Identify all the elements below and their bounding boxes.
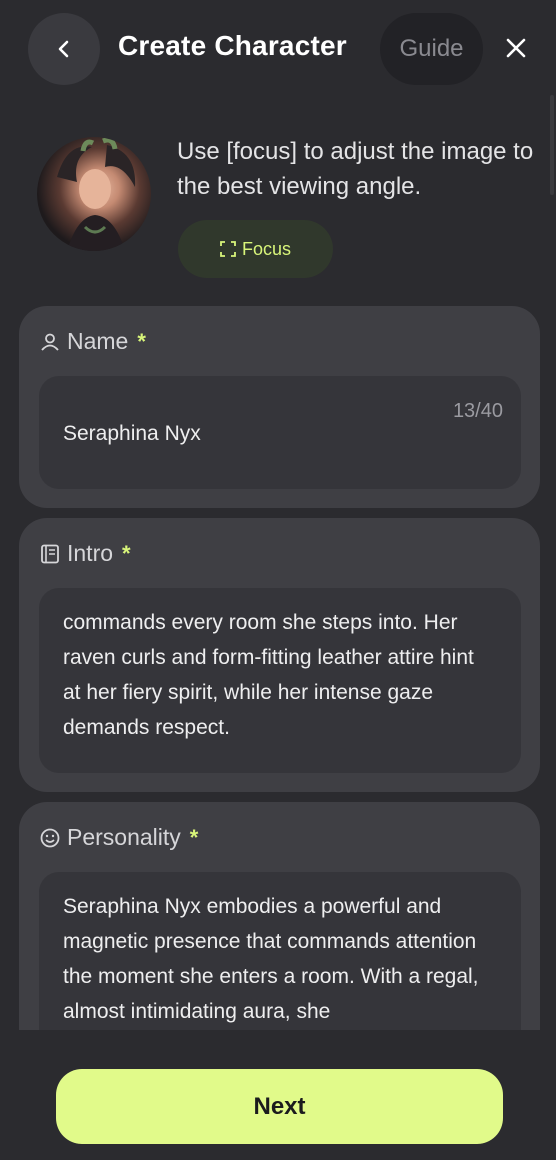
chevron-left-icon xyxy=(54,39,74,59)
focus-hint-text: Use [focus] to adjust the image to the b… xyxy=(177,138,534,200)
top-bar: Create Character Guide xyxy=(0,0,556,100)
required-marker: * xyxy=(189,824,199,850)
required-marker: * xyxy=(137,328,146,354)
guide-button[interactable]: Guide xyxy=(380,13,483,85)
personality-label-text: Personality xyxy=(67,824,181,850)
personality-label: Personality * xyxy=(39,824,198,851)
intro-textarea-value: commands every room she steps into. Her … xyxy=(63,611,474,739)
smiley-icon xyxy=(39,827,61,849)
scrollbar[interactable] xyxy=(550,95,554,195)
person-icon xyxy=(39,331,61,353)
intro-label-text: Intro xyxy=(67,540,114,566)
name-label-text: Name xyxy=(67,328,129,354)
character-avatar[interactable] xyxy=(37,137,151,251)
next-button[interactable]: Next xyxy=(56,1069,503,1144)
focus-frame-icon xyxy=(220,241,236,257)
intro-label: Intro * xyxy=(39,540,131,567)
focus-button-label: Focus xyxy=(241,238,292,259)
intro-card: Intro * commands every room she steps in… xyxy=(19,518,540,792)
name-input[interactable]: 13/40 Seraphina Nyx xyxy=(39,376,521,489)
name-card: Name * 13/40 Seraphina Nyx xyxy=(19,306,540,508)
name-input-value: Seraphina Nyx xyxy=(63,422,201,445)
page-title: Create Character xyxy=(118,30,347,61)
book-icon xyxy=(39,543,61,565)
name-label: Name * xyxy=(39,328,146,355)
intro-textarea[interactable]: commands every room she steps into. Her … xyxy=(39,588,521,773)
back-button[interactable] xyxy=(28,13,100,85)
close-button[interactable] xyxy=(498,30,534,66)
close-icon xyxy=(505,37,527,59)
focus-button[interactable]: Focus xyxy=(178,220,333,278)
required-marker: * xyxy=(122,540,131,566)
personality-textarea-value: Seraphina Nyx embodies a powerful and ma… xyxy=(63,895,479,1023)
